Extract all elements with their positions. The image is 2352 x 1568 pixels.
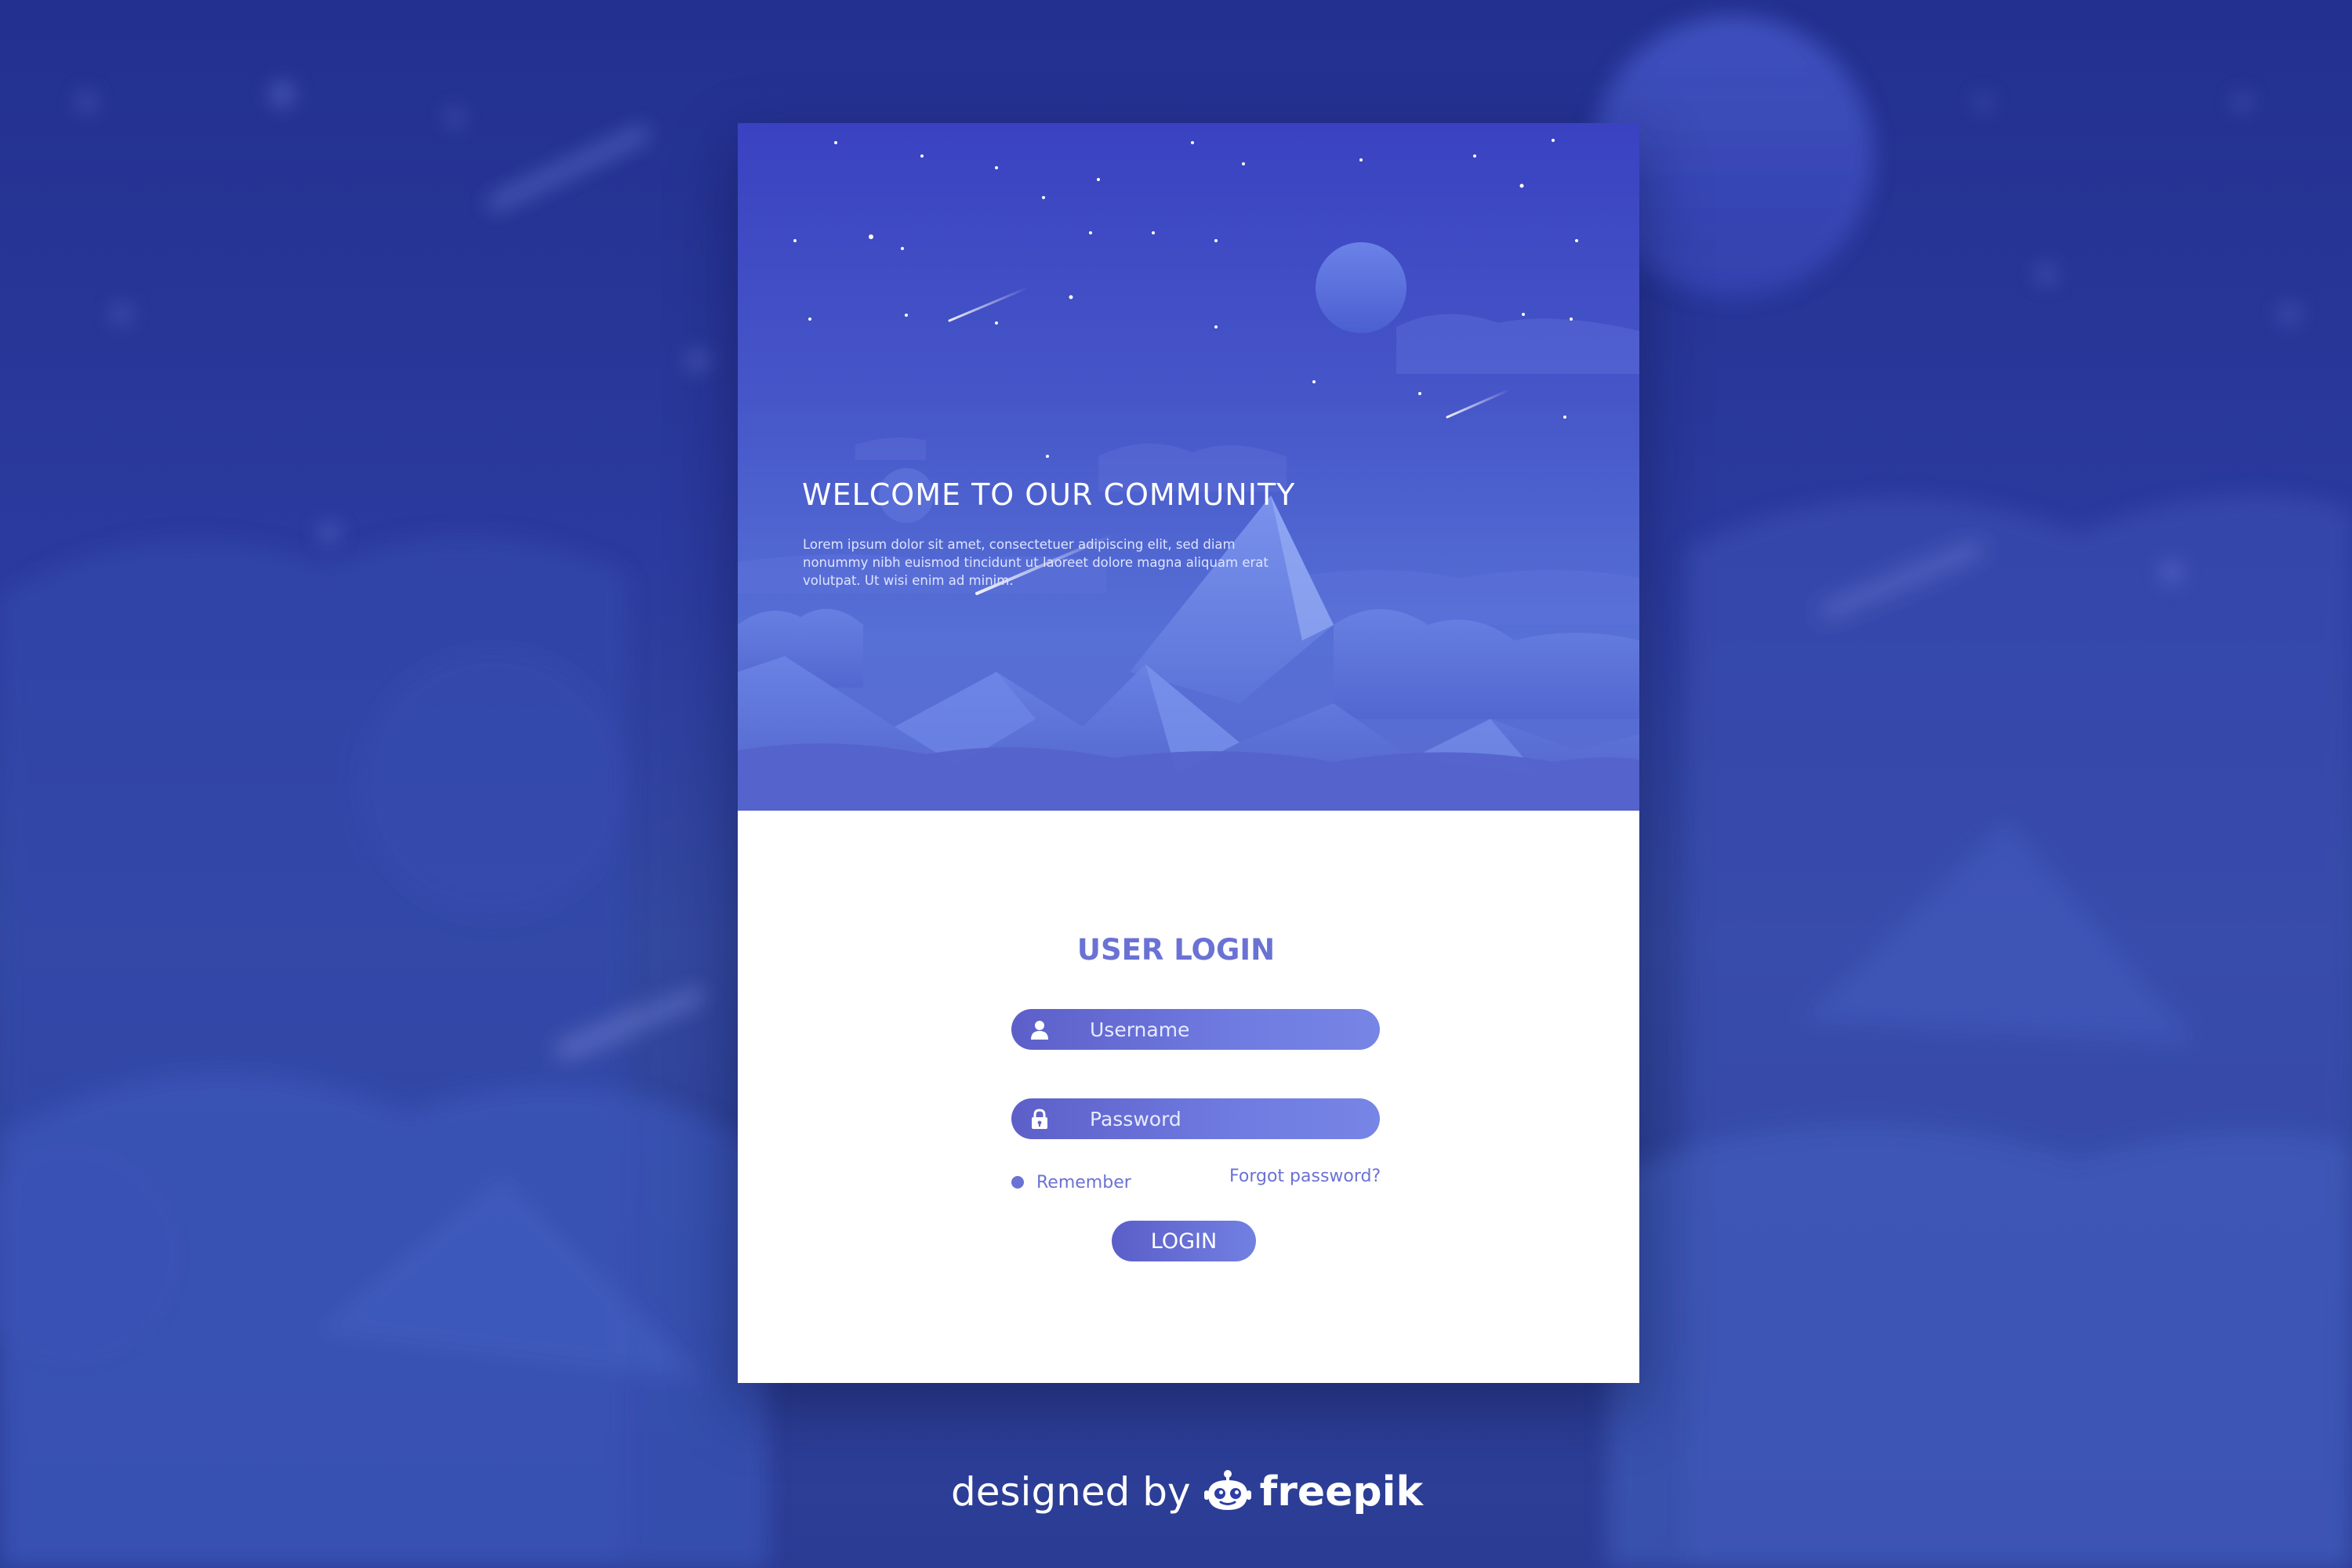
hero-banner: WELCOME TO OUR COMMUNITY Lorem ipsum dol… [738,123,1639,811]
designed-by-text: designed by [951,1469,1191,1515]
stars [793,139,1578,458]
moon [1316,242,1406,333]
freepik-logo-icon [1203,1470,1251,1510]
lock-icon [1032,1109,1047,1129]
remember-label: Remember [1036,1172,1131,1192]
remember-checkbox[interactable]: Remember [1011,1171,1131,1194]
password-input[interactable] [1090,1098,1356,1139]
welcome-heading: WELCOME TO OUR COMMUNITY [802,477,1296,512]
remember-radio-icon[interactable] [1011,1176,1024,1189]
login-card: WELCOME TO OUR COMMUNITY Lorem ipsum dol… [738,123,1639,1383]
forgot-password-link[interactable]: Forgot password? [1229,1167,1381,1186]
login-button[interactable]: LOGIN [1112,1221,1256,1261]
login-heading: USER LOGIN [1076,933,1276,967]
user-icon [1031,1021,1048,1040]
welcome-description: Lorem ipsum dolor sit amet, consectetuer… [803,537,1269,588]
freepik-brand: freepik [1259,1468,1424,1515]
password-field[interactable] [1011,1098,1380,1139]
hero-illustration [738,139,1639,811]
username-input[interactable] [1090,1009,1356,1050]
username-field[interactable] [1011,1009,1380,1050]
attribution-footer: designed by freepik [951,1465,1423,1519]
